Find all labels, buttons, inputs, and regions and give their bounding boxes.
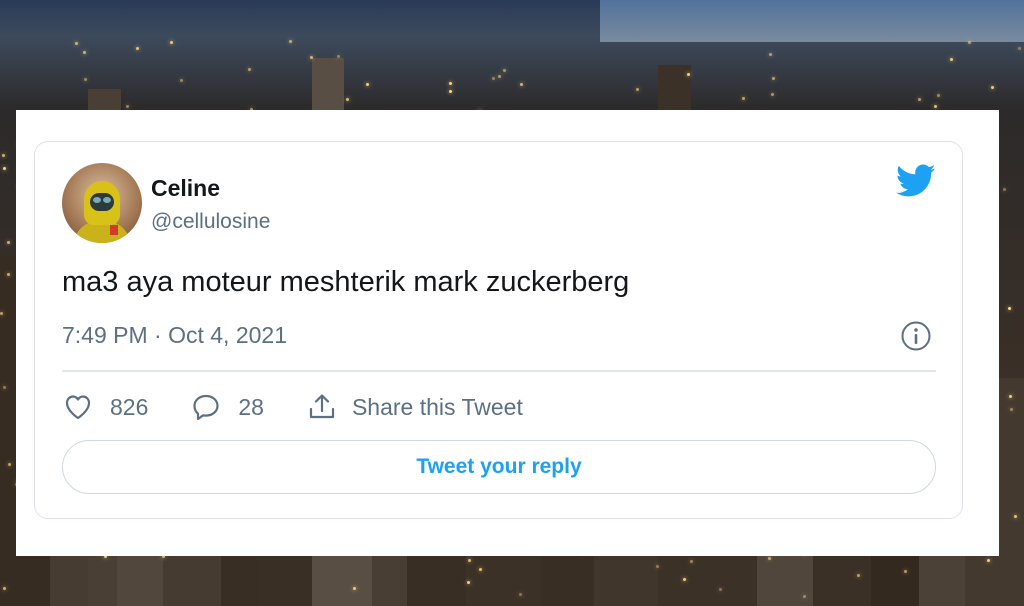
city-light xyxy=(857,574,860,577)
city-light xyxy=(468,559,471,562)
city-light xyxy=(126,105,129,108)
city-light xyxy=(1008,307,1011,310)
city-light xyxy=(3,386,6,389)
city-light xyxy=(136,47,139,50)
city-light xyxy=(310,56,313,59)
tweet-reply-button[interactable]: Tweet your reply xyxy=(62,440,936,494)
city-light xyxy=(987,559,990,562)
city-light xyxy=(75,42,78,45)
share-icon xyxy=(309,394,335,419)
city-light xyxy=(449,90,452,93)
sea-horizon xyxy=(600,0,1024,42)
city-light xyxy=(968,41,971,44)
city-light xyxy=(0,312,3,315)
tweet-text: ma3 aya moteur meshterik mark zuckerberg xyxy=(62,266,630,298)
city-light xyxy=(353,587,356,590)
city-light xyxy=(479,568,482,571)
city-light xyxy=(7,273,10,276)
city-light xyxy=(3,167,6,170)
city-light xyxy=(742,97,745,100)
city-light xyxy=(934,105,937,108)
like-count: 826 xyxy=(110,393,149,420)
city-light xyxy=(771,93,774,96)
city-light xyxy=(3,587,6,590)
city-light xyxy=(1014,515,1017,518)
comment-icon xyxy=(193,394,219,421)
city-light xyxy=(1009,395,1012,398)
author-name[interactable]: Celine xyxy=(151,175,220,202)
city-light xyxy=(180,79,183,82)
city-light xyxy=(8,463,11,466)
reply-count: 28 xyxy=(238,393,264,420)
city-light xyxy=(2,154,5,157)
city-light xyxy=(768,557,771,560)
city-light xyxy=(492,77,495,80)
city-light xyxy=(937,94,940,97)
city-light xyxy=(519,593,522,596)
info-icon[interactable] xyxy=(900,320,932,352)
city-light xyxy=(498,75,501,78)
share-label: Share this Tweet xyxy=(351,393,523,420)
city-light xyxy=(683,578,686,581)
heart-icon xyxy=(65,395,91,420)
city-light xyxy=(337,55,340,58)
city-light xyxy=(289,40,292,43)
city-light xyxy=(1010,408,1013,411)
city-light xyxy=(690,560,693,563)
reply-count-button[interactable]: 28 xyxy=(190,391,264,423)
tweet-card: Celine @cellulosine ma3 aya moteur mesht… xyxy=(34,141,963,519)
city-light xyxy=(1003,188,1006,191)
city-light xyxy=(904,570,907,573)
city-light xyxy=(918,98,921,101)
city-light xyxy=(467,581,470,584)
city-light xyxy=(991,86,994,89)
city-light xyxy=(636,88,639,91)
city-light xyxy=(248,68,251,71)
share-button[interactable]: Share this Tweet xyxy=(306,391,523,423)
city-light xyxy=(803,595,806,598)
city-light xyxy=(719,588,722,591)
twitter-bird-icon[interactable] xyxy=(896,164,936,198)
tweet-timestamp[interactable]: 7:49 PM · Oct 4, 2021 xyxy=(62,322,287,349)
like-button[interactable]: 826 xyxy=(62,391,148,423)
city-light xyxy=(769,53,772,56)
tweet-actions: 826 28 Share this Tweet xyxy=(62,390,565,424)
city-light xyxy=(520,83,523,86)
city-light xyxy=(346,98,349,101)
avatar[interactable] xyxy=(62,163,142,243)
city-light xyxy=(656,565,659,568)
city-light xyxy=(503,69,506,72)
city-light xyxy=(449,82,452,85)
city-light xyxy=(950,58,953,61)
city-light xyxy=(687,73,690,76)
author-handle[interactable]: @cellulosine xyxy=(151,210,270,234)
city-light xyxy=(170,41,173,44)
city-light xyxy=(366,83,369,86)
city-light xyxy=(83,51,86,54)
city-light xyxy=(7,241,10,244)
city-light xyxy=(772,77,775,80)
city-light xyxy=(84,78,87,81)
divider xyxy=(62,370,936,372)
city-light xyxy=(1018,47,1021,50)
